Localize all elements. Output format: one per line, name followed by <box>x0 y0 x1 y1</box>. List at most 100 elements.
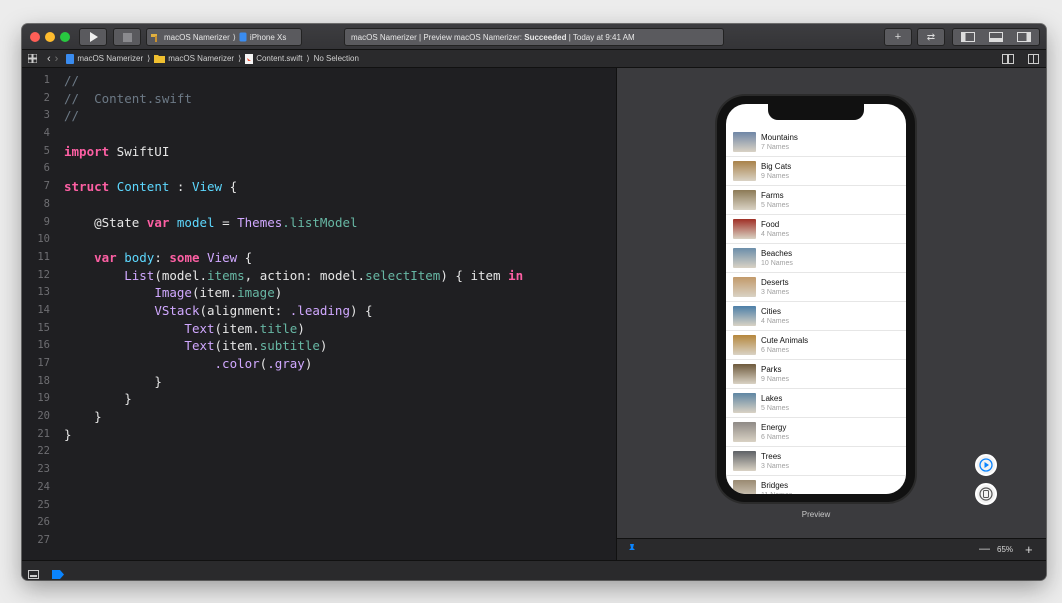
line-number: 17 <box>37 357 50 369</box>
console-toggle-icon[interactable] <box>28 566 39 580</box>
list-item[interactable]: Big Cats 9 Names <box>726 157 906 186</box>
list-item-text: Big Cats 9 Names <box>761 162 791 181</box>
list-item[interactable]: Bridges11 Names <box>726 476 906 494</box>
list-item-subtitle: 9 Names <box>761 172 790 180</box>
jump-file[interactable]: Content.swift <box>245 53 302 64</box>
line-number: 5 <box>43 144 50 157</box>
iphone-notch <box>768 104 864 120</box>
list-item[interactable]: Beaches 10 Names <box>726 244 906 273</box>
live-preview-button[interactable] <box>975 454 997 476</box>
list-item[interactable]: Farms 5 Names <box>726 186 906 215</box>
list-item-text: Cute Animals 6 Names <box>761 336 808 355</box>
back-icon[interactable]: ‹ <box>47 53 51 65</box>
minus-icon[interactable]: — <box>979 543 990 555</box>
scheme-selector[interactable]: macOS Namerizer ⟩ iPhone Xs <box>146 28 302 46</box>
list-item-thumbnail <box>733 393 756 413</box>
chevron-right-icon: ⟩ <box>232 32 236 42</box>
code-line: List(model.items, action: model.selectIt… <box>124 267 524 283</box>
scheme-device: iPhone Xs <box>249 32 287 42</box>
jump-folder[interactable]: macOS Namerizer <box>154 54 234 63</box>
preview-list: Mountains 7 Names Big Cats 9 Names Farms 5 Na… <box>726 128 906 494</box>
line-number: 8 <box>43 197 50 210</box>
code-line: @State var model = Themes.listModel <box>94 214 358 230</box>
plus-zoom-icon[interactable]: + <box>1025 542 1033 557</box>
list-item[interactable]: Energy 6 Names <box>726 418 906 447</box>
list-item[interactable]: Deserts 3 Names <box>726 273 906 302</box>
list-item[interactable]: Cute Animals 6 Names <box>726 331 906 360</box>
inspector-icon[interactable] <box>1017 32 1031 42</box>
list-item-text: Beaches 10 Names <box>761 249 793 268</box>
list-item-subtitle: 5 Names <box>761 201 790 209</box>
line-number: 4 <box>43 127 50 140</box>
code-line: Text(item.title) <box>184 320 305 336</box>
navigator-icon[interactable] <box>961 32 975 42</box>
chevron-right-icon: ⟩ <box>238 54 242 63</box>
list-item-thumbnail <box>733 161 756 181</box>
run-button[interactable] <box>79 28 107 46</box>
list-item-thumbnail <box>733 364 756 384</box>
code-line: } <box>64 426 72 442</box>
list-item[interactable]: Trees 3 Names <box>726 447 906 476</box>
code-line: } <box>154 373 162 389</box>
line-number-gutter: 1 2 3 4 5 6 7 8 9 10 11 12 13 14 15 16 17 18 19 20 21 22 23 24 2… <box>22 72 54 550</box>
close-window-button[interactable] <box>30 32 40 42</box>
code-review-button[interactable]: ⇄ <box>917 28 945 46</box>
line-number: 15 <box>37 321 50 334</box>
list-item-subtitle: 6 Names <box>761 346 790 354</box>
line-number: 16 <box>37 339 50 352</box>
stop-button[interactable] <box>113 28 141 46</box>
iphone-preview: Mountains 7 Names Big Cats 9 Names Farms 5 Na… <box>717 96 915 502</box>
list-item-thumbnail <box>733 422 756 442</box>
breakpoints-icon[interactable] <box>52 566 64 580</box>
list-item-text: Mountains 7 Names <box>761 133 798 152</box>
grid-icon[interactable] <box>28 54 37 63</box>
list-item-subtitle: 9 Names <box>761 375 790 383</box>
xcode-window: macOS Namerizer ⟩ iPhone Xs macOS Nameri… <box>22 24 1046 580</box>
list-item-title: Big Cats <box>761 161 792 171</box>
preview-on-device-button[interactable] <box>975 483 997 505</box>
list-item-thumbnail <box>733 451 756 471</box>
list-item-text: Bridges11 Names <box>761 481 792 495</box>
line-number: 20 <box>37 410 50 423</box>
list-item[interactable]: Cities 4 Names <box>726 302 906 331</box>
minimize-window-button[interactable] <box>45 32 55 42</box>
phone-icon <box>239 32 247 42</box>
canvas-bottom-bar: — 65% + <box>616 538 1046 560</box>
code-line: struct Content : View { <box>64 179 238 195</box>
activity-prefix: macOS Namerizer | Preview macOS Namerize… <box>351 32 522 42</box>
line-number: 11 <box>37 250 50 263</box>
list-item-thumbnail <box>733 335 756 355</box>
list-item-title: Deserts <box>761 277 789 287</box>
add-editor-icon[interactable] <box>1028 54 1039 66</box>
source-editor[interactable]: 1 2 3 4 5 6 7 8 9 10 11 12 13 14 15 16 17 18 19 20 21 22 23 24 2… <box>22 68 616 560</box>
preview-label: Preview <box>801 510 831 519</box>
library-button[interactable]: + <box>884 28 912 46</box>
iphone-screen: Mountains 7 Names Big Cats 9 Names Farms 5 Na… <box>726 104 906 494</box>
debug-area-icon[interactable] <box>989 32 1003 42</box>
line-number: 14 <box>37 303 50 316</box>
adjust-editor-icon[interactable] <box>1002 54 1014 66</box>
list-item-title: Energy <box>761 422 787 432</box>
list-item-title: Bridges <box>761 480 789 490</box>
jump-selection[interactable]: No Selection <box>314 54 359 63</box>
code-area[interactable]: // // Content.swift // import SwiftUI st… <box>64 72 523 443</box>
list-item[interactable]: Mountains 7 Names <box>726 128 906 157</box>
pin-icon[interactable] <box>627 544 637 556</box>
scheme-target: macOS Namerizer <box>164 32 230 42</box>
code-line: VStack(alignment: .leading) { <box>154 302 373 318</box>
list-item[interactable]: Lakes 5 Names <box>726 389 906 418</box>
toolbar: macOS Namerizer ⟩ iPhone Xs macOS Nameri… <box>22 24 1046 50</box>
plus-icon: + <box>894 31 902 43</box>
zoom-window-button[interactable] <box>60 32 70 42</box>
list-item-thumbnail <box>733 480 756 494</box>
activity-time: | Today at 9:41 AM <box>568 32 635 42</box>
list-item[interactable]: Parks 9 Names <box>726 360 906 389</box>
code-line: import SwiftUI <box>64 143 170 159</box>
list-item-text: Lakes 5 Names <box>761 394 789 413</box>
jump-project[interactable]: macOS Namerizer <box>66 53 143 64</box>
forward-icon[interactable]: › <box>55 53 59 65</box>
list-item[interactable]: Food 4 Names <box>726 215 906 244</box>
